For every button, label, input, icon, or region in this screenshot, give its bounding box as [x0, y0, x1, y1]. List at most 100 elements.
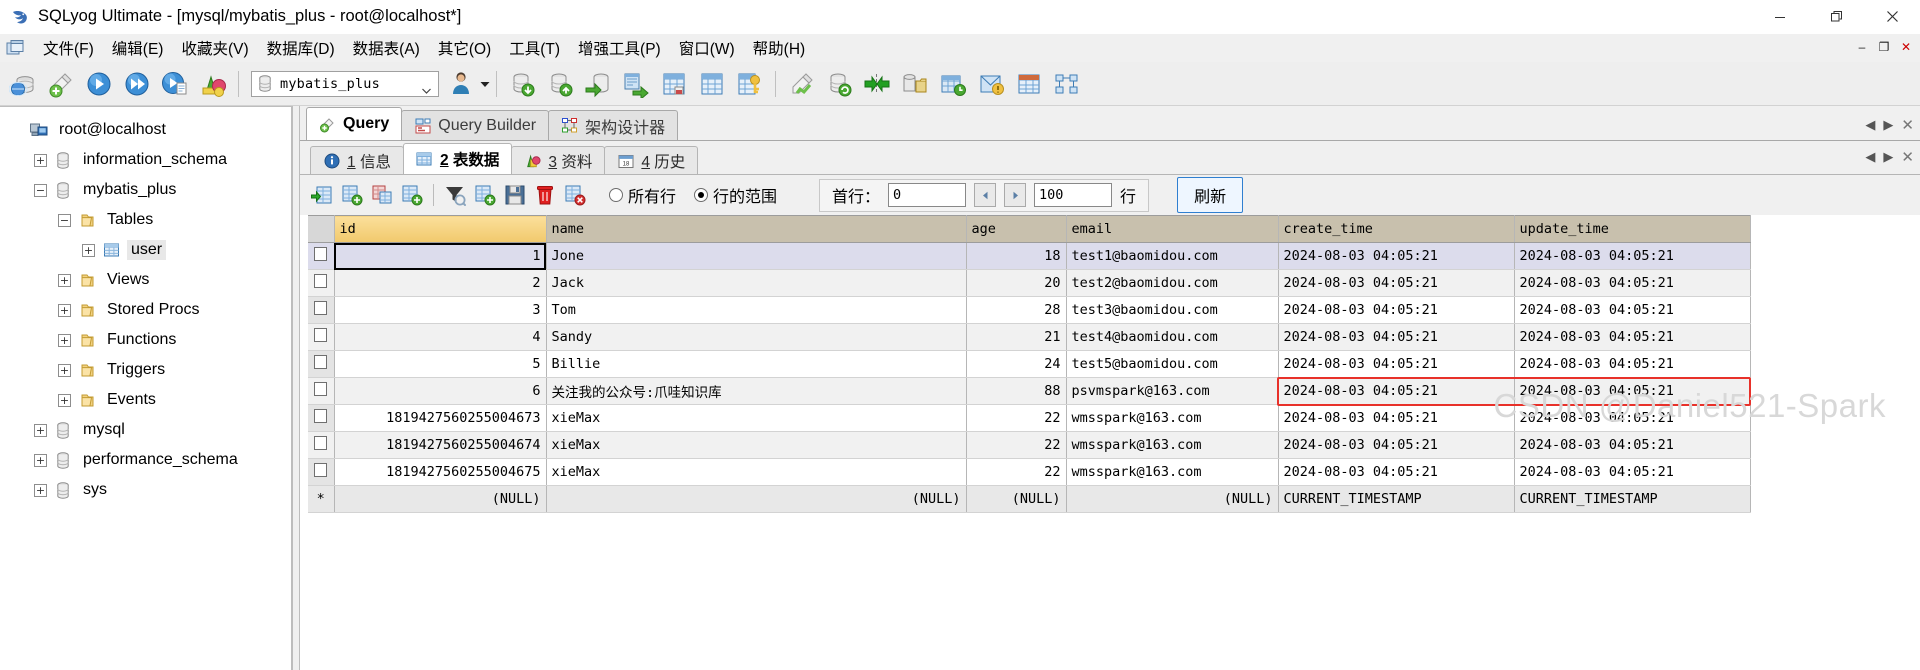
cell-update_time[interactable]: 2024-08-03 04:05:21: [1514, 323, 1751, 351]
cell-email[interactable]: wmsspark@163.com: [1066, 431, 1279, 459]
cell-id[interactable]: 5: [334, 350, 547, 378]
mdi-minimize-button[interactable]: –: [1852, 38, 1872, 56]
expand-toggle-icon[interactable]: +: [58, 273, 71, 287]
cell-id[interactable]: 4: [334, 323, 547, 351]
cell-email[interactable]: wmsspark@163.com: [1066, 458, 1279, 486]
cell-name[interactable]: Jack: [546, 269, 967, 297]
cell-id[interactable]: 1819427560255004675: [334, 458, 547, 486]
sidebar-item-user[interactable]: + user: [0, 235, 291, 265]
sidebar-item-sys[interactable]: + sys: [0, 475, 291, 505]
cell-age[interactable]: 88: [966, 377, 1067, 405]
cell-email[interactable]: test3@baomidou.com: [1066, 296, 1279, 324]
row-selector-checkbox[interactable]: [308, 431, 335, 459]
export-data-icon[interactable]: [619, 67, 653, 101]
cell-name[interactable]: Jone: [546, 242, 967, 270]
duplicate-row-icon[interactable]: [338, 181, 366, 209]
cell-create_time[interactable]: 2024-08-03 04:05:21: [1278, 404, 1515, 432]
save-changes-icon[interactable]: [501, 181, 529, 209]
table-row[interactable]: 1 Jone 18 test1@baomidou.com 2024-08-03 04:0…: [308, 242, 1751, 270]
import-data-icon[interactable]: [581, 67, 615, 101]
result-tab-close-icon[interactable]: ✕: [1901, 148, 1914, 166]
sidebar-item-mybatis-plus[interactable]: − mybatis_plus: [0, 175, 291, 205]
expand-toggle-icon[interactable]: +: [82, 243, 95, 257]
vertical-splitter[interactable]: [292, 106, 300, 670]
radio-all-rows[interactable]: 所有行: [609, 183, 676, 207]
notification-icon[interactable]: [974, 67, 1008, 101]
database-sync-icon[interactable]: [822, 67, 856, 101]
column-header-name[interactable]: name: [546, 215, 967, 243]
menu-item-database[interactable]: 数据库(D): [258, 35, 344, 61]
cell-update_time[interactable]: 2024-08-03 04:05:21: [1514, 350, 1751, 378]
cell-create_time[interactable]: 2024-08-03 04:05:21: [1278, 431, 1515, 459]
mdi-close-button[interactable]: ✕: [1896, 38, 1916, 56]
add-record-icon[interactable]: [471, 181, 499, 209]
sidebar-item-mysql[interactable]: + mysql: [0, 415, 291, 445]
collapse-toggle-icon[interactable]: −: [34, 183, 47, 197]
table-row[interactable]: 3 Tom 28 test3@baomidou.com 2024-08-03 04:05…: [308, 296, 1751, 324]
sidebar-item-stored-procs[interactable]: + Stored Procs: [0, 295, 291, 325]
column-header-age[interactable]: age: [966, 215, 1067, 243]
expand-toggle-icon[interactable]: +: [58, 363, 71, 377]
stop-execute-icon[interactable]: [196, 67, 230, 101]
row-selector-checkbox[interactable]: [308, 350, 335, 378]
cell-age[interactable]: 28: [966, 296, 1067, 324]
tab-query-builder[interactable]: Query Builder: [401, 110, 550, 140]
window-restore-icon[interactable]: [6, 38, 28, 58]
filter-icon[interactable]: [441, 181, 469, 209]
sidebar-item-performance-schema[interactable]: + performance_schema: [0, 445, 291, 475]
database-selector[interactable]: mybatis_plus: [251, 70, 439, 97]
menu-item-edit[interactable]: 编辑(E): [103, 35, 173, 61]
cell-create_time[interactable]: 2024-08-03 04:05:21: [1278, 350, 1515, 378]
scheduler-icon[interactable]: [936, 67, 970, 101]
delete-row-icon[interactable]: [531, 181, 559, 209]
execute-all-queries-icon[interactable]: [120, 67, 154, 101]
cell-age[interactable]: 24: [966, 350, 1067, 378]
tab-nav-prev-icon[interactable]: ◀: [1865, 117, 1875, 133]
table-row[interactable]: 2 Jack 20 test2@baomidou.com 2024-08-03 04:0…: [308, 269, 1751, 297]
cell-age[interactable]: 22: [966, 431, 1067, 459]
cell-name[interactable]: xieMax: [546, 458, 967, 486]
cell-create_time[interactable]: 2024-08-03 04:05:21: [1278, 296, 1515, 324]
table-row[interactable]: 4 Sandy 21 test4@baomidou.com 2024-08-03 04:…: [308, 323, 1751, 351]
result-tab-history[interactable]: 18 4 历史: [604, 146, 699, 174]
menu-item-table[interactable]: 数据表(A): [344, 35, 429, 61]
row-limit-input[interactable]: 100: [1034, 183, 1113, 207]
mdi-restore-button[interactable]: ❐: [1874, 38, 1894, 56]
maximize-restore-button[interactable]: [1808, 0, 1864, 34]
cell-age[interactable]: 21: [966, 323, 1067, 351]
cell-email[interactable]: test2@baomidou.com: [1066, 269, 1279, 297]
collapse-toggle-icon[interactable]: −: [58, 213, 71, 227]
first-row-input[interactable]: 0: [888, 183, 967, 207]
result-tab-info[interactable]: 1 信息: [310, 146, 404, 174]
menu-item-help[interactable]: 帮助(H): [744, 35, 815, 61]
execute-query-icon[interactable]: [82, 67, 116, 101]
new-record-cell-id[interactable]: (NULL): [334, 485, 547, 513]
cell-id[interactable]: 1: [334, 242, 547, 270]
cell-create_time[interactable]: 2024-08-03 04:05:21: [1278, 242, 1515, 270]
result-tab-table-data[interactable]: 2 表数据: [402, 143, 513, 174]
menu-item-window[interactable]: 窗口(W): [670, 35, 744, 61]
row-selector-checkbox[interactable]: [308, 404, 335, 432]
close-button[interactable]: [1864, 0, 1920, 34]
cell-name[interactable]: Sandy: [546, 323, 967, 351]
new-connection-icon[interactable]: [6, 67, 40, 101]
restore-database-icon[interactable]: [543, 67, 577, 101]
sidebar-item-triggers[interactable]: + Triggers: [0, 355, 291, 385]
create-table-icon[interactable]: [657, 67, 691, 101]
cell-email[interactable]: psvmspark@163.com: [1066, 377, 1279, 405]
menu-item-favorites[interactable]: 收藏夹(V): [172, 35, 257, 61]
cell-age[interactable]: 18: [966, 242, 1067, 270]
table-structure-icon[interactable]: [695, 67, 729, 101]
column-header-update_time[interactable]: update_time: [1514, 215, 1751, 243]
spin-prev-button[interactable]: [974, 183, 997, 207]
radio-row-range[interactable]: 行的范围: [694, 183, 777, 207]
cell-age[interactable]: 22: [966, 404, 1067, 432]
expand-toggle-icon[interactable]: +: [34, 483, 47, 497]
chevron-down-icon[interactable]: [422, 81, 431, 94]
refresh-button[interactable]: 刷新: [1177, 177, 1244, 213]
menu-item-tools[interactable]: 工具(T): [500, 35, 569, 61]
cell-name[interactable]: Tom: [546, 296, 967, 324]
table-row[interactable]: 1819427560255004675 xieMax 22 wmsspark@163.…: [308, 458, 1751, 486]
table-row[interactable]: 1819427560255004674 xieMax 22 wmsspark@163.…: [308, 431, 1751, 459]
row-selector-checkbox[interactable]: [308, 323, 335, 351]
